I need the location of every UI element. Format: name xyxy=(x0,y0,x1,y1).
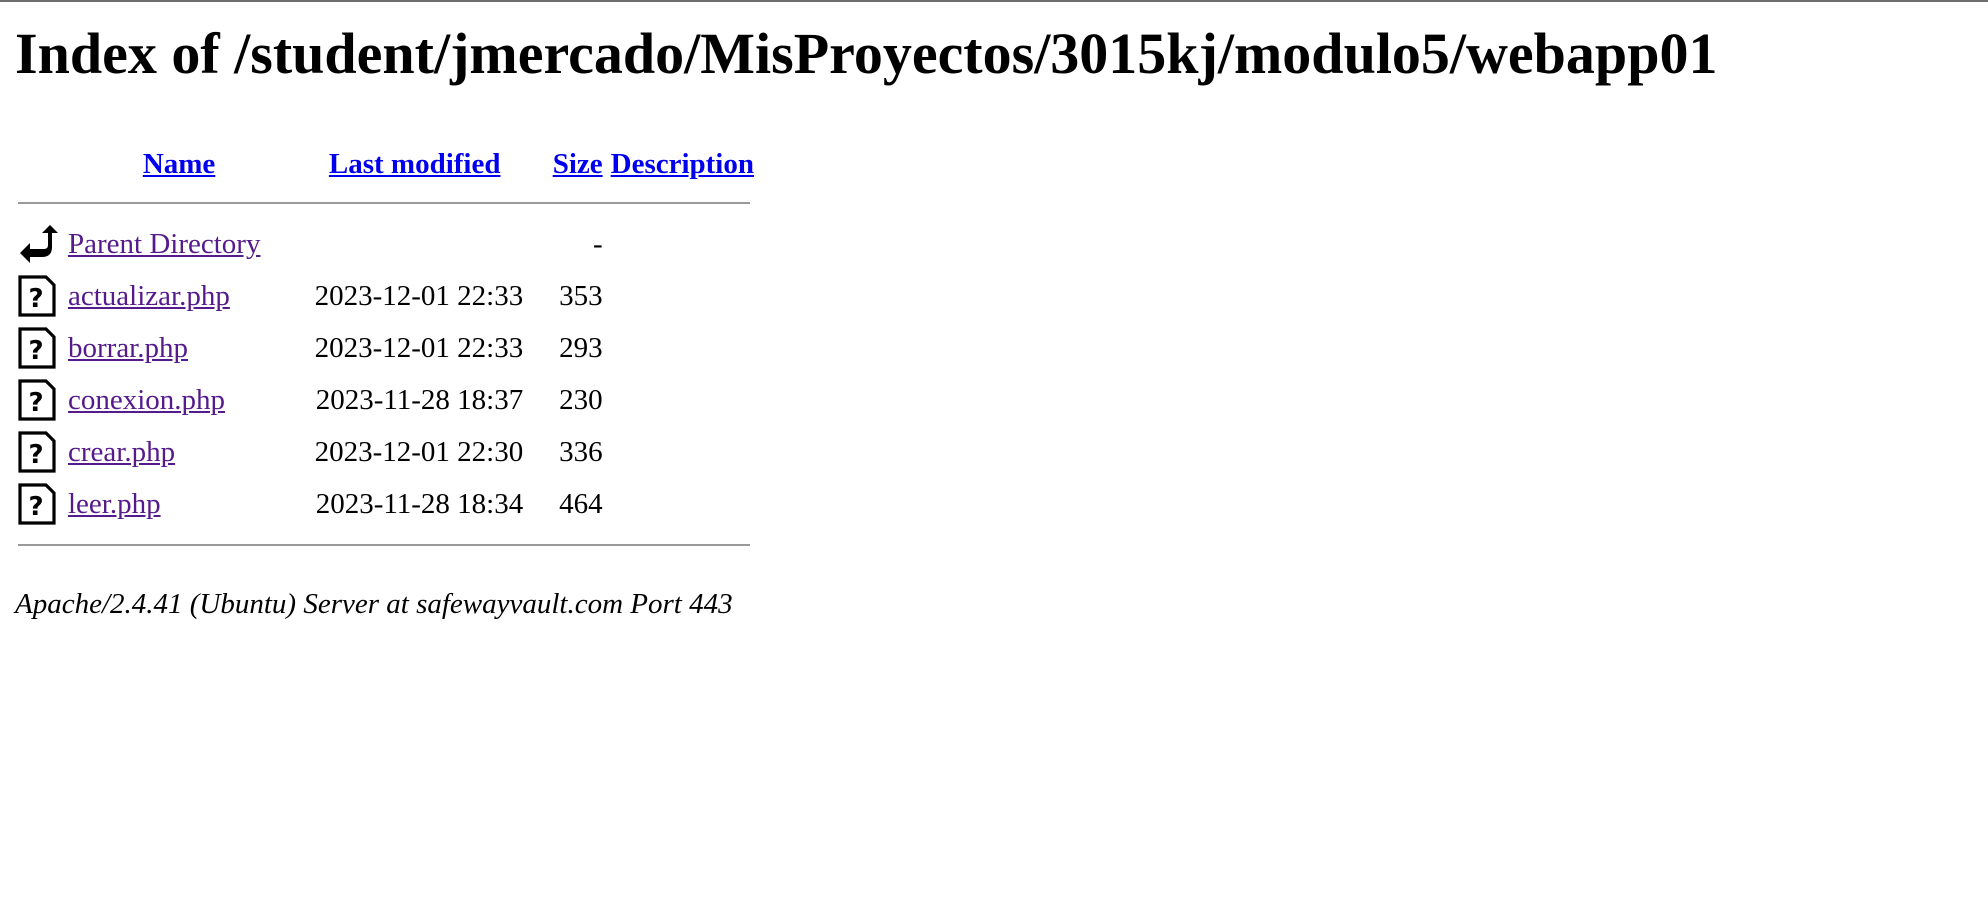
unknown-file-icon: ? xyxy=(18,327,58,369)
parent-directory-link[interactable]: Parent Directory xyxy=(68,228,260,260)
file-description xyxy=(611,322,754,374)
icon-header xyxy=(18,140,68,188)
sort-by-description-link[interactable]: Description xyxy=(611,148,754,180)
svg-text:?: ? xyxy=(28,388,43,418)
unknown-file-icon: ? xyxy=(18,379,58,421)
svg-text:?: ? xyxy=(28,336,43,366)
file-link[interactable]: borrar.php xyxy=(68,332,188,364)
file-link[interactable]: leer.php xyxy=(68,488,161,520)
file-modified: 2023-12-01 22:33 xyxy=(314,331,524,364)
file-row: ? actualizar.php 2023-12-01 22:33 353 xyxy=(18,270,754,322)
separator-row xyxy=(18,530,754,560)
file-row: ? leer.php 2023-11-28 18:34 464 xyxy=(18,478,754,530)
file-description xyxy=(611,426,754,478)
file-size: 336 xyxy=(559,435,603,468)
file-link[interactable]: crear.php xyxy=(68,436,175,468)
directory-listing: Name Last modified Size Description Pare… xyxy=(18,140,754,560)
file-description xyxy=(611,270,754,322)
file-size: 353 xyxy=(559,279,603,312)
last-modified-header: Last modified xyxy=(290,140,539,188)
unknown-file-icon: ? xyxy=(18,275,58,317)
back-arrow-icon xyxy=(18,223,58,265)
file-link[interactable]: conexion.php xyxy=(68,384,225,416)
top-border xyxy=(0,0,1988,2)
file-modified: 2023-11-28 18:37 xyxy=(315,383,524,416)
svg-text:?: ? xyxy=(28,492,43,522)
unknown-file-icon: ? xyxy=(18,431,58,473)
file-modified: 2023-12-01 22:33 xyxy=(314,279,524,312)
file-description xyxy=(611,478,754,530)
file-modified: 2023-12-01 22:30 xyxy=(314,435,524,468)
parent-directory-row: Parent Directory - xyxy=(18,218,754,270)
listing-table: Name Last modified Size Description Pare… xyxy=(18,140,754,560)
parent-size: - xyxy=(592,227,603,260)
file-link[interactable]: actualizar.php xyxy=(68,280,230,312)
svg-text:?: ? xyxy=(28,440,43,470)
file-row: ? borrar.php 2023-12-01 22:33 293 xyxy=(18,322,754,374)
file-row: ? crear.php 2023-12-01 22:30 336 xyxy=(18,426,754,478)
file-size: 293 xyxy=(559,331,603,364)
horizontal-rule xyxy=(18,544,750,546)
unknown-file-icon: ? xyxy=(18,483,58,525)
file-description xyxy=(611,374,754,426)
svg-text:?: ? xyxy=(28,284,43,314)
description-header: Description xyxy=(611,140,754,188)
file-size: 230 xyxy=(559,383,603,416)
server-signature: Apache/2.4.41 (Ubuntu) Server at safeway… xyxy=(15,588,733,620)
file-size: 464 xyxy=(559,487,603,520)
sort-by-name-link[interactable]: Name xyxy=(143,148,215,180)
separator-row xyxy=(18,188,754,218)
sort-by-size-link[interactable]: Size xyxy=(553,148,603,180)
name-header: Name xyxy=(68,140,290,188)
sort-by-modified-link[interactable]: Last modified xyxy=(329,148,501,180)
size-header: Size xyxy=(539,140,610,188)
file-row: ? conexion.php 2023-11-28 18:37 230 xyxy=(18,374,754,426)
header-row: Name Last modified Size Description xyxy=(18,140,754,188)
horizontal-rule xyxy=(18,202,750,204)
file-modified: 2023-11-28 18:34 xyxy=(315,487,524,520)
page-title: Index of /student/jmercado/MisProyectos/… xyxy=(15,21,1718,86)
